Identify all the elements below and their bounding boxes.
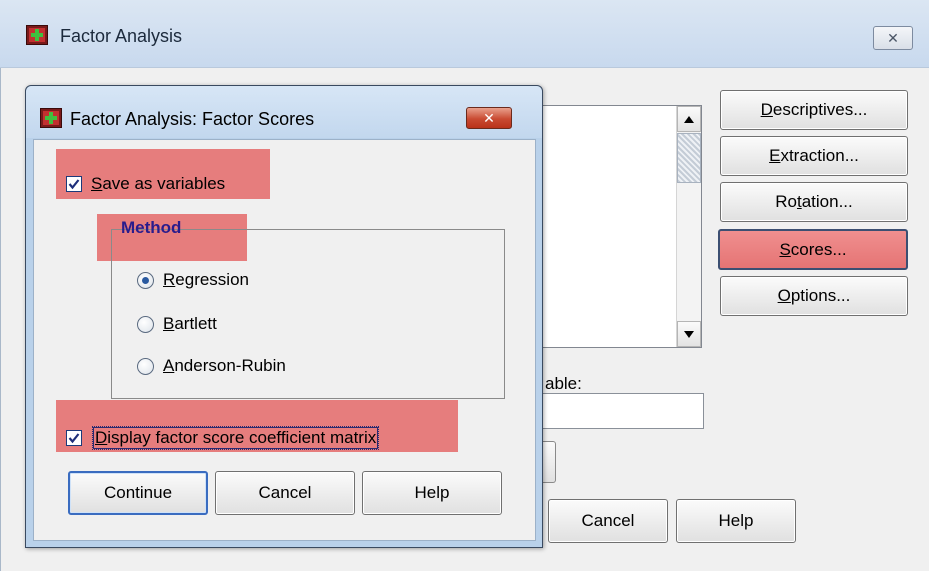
save-as-variables-label[interactable]: Save as variables (91, 174, 225, 194)
bartlett-radio[interactable] (137, 316, 154, 333)
close-icon: ✕ (887, 29, 899, 46)
anderson-rubin-label[interactable]: Anderson-Rubin (163, 356, 286, 376)
scroll-thumb[interactable] (677, 133, 701, 183)
extraction-mnemonic: E (769, 146, 781, 165)
extraction-button[interactable]: Extraction... (720, 136, 908, 176)
selection-variable-label: able: (545, 374, 582, 393)
selection-variable-field[interactable] (540, 393, 704, 429)
parent-close-button[interactable]: ✕ (873, 26, 913, 50)
regression-radio[interactable] (137, 272, 154, 289)
bartlett-label-text: artlett (174, 314, 217, 333)
scroll-down-button[interactable] (677, 321, 701, 347)
bartlett-label[interactable]: Bartlett (163, 314, 217, 334)
bartlett-mnemonic: B (163, 314, 175, 333)
child-dialog-title: Factor Analysis: Factor Scores (70, 109, 315, 129)
factor-analysis-icon (26, 25, 48, 45)
save-as-variables-checkbox[interactable] (66, 176, 82, 192)
anderson-rubin-radio[interactable] (137, 358, 154, 375)
arrow-up-icon (684, 115, 694, 123)
options-label: ptions... (790, 286, 851, 305)
regression-label-text: egression (175, 270, 249, 289)
rotation-label: ation... (801, 192, 853, 211)
regression-mnemonic: R (163, 270, 176, 289)
scores-button[interactable]: Scores... (718, 229, 908, 270)
cancel-button[interactable]: Cancel (215, 471, 355, 515)
close-icon: ✕ (483, 109, 495, 126)
options-mnemonic: O (777, 286, 791, 305)
scores-mnemonic: S (779, 239, 791, 259)
options-button[interactable]: Options... (720, 276, 908, 316)
display-label-text: isplay factor score coefficient matrix (107, 428, 377, 447)
regression-label[interactable]: Regression (163, 270, 249, 290)
descriptives-label: escriptives... (772, 100, 868, 119)
cancel-label: Cancel (258, 483, 312, 502)
parent-cancel-label: Cancel (581, 511, 635, 530)
factor-analysis-icon (40, 108, 62, 128)
extraction-label: xtraction... (780, 146, 859, 165)
rotation-label-prefix: Ro (775, 192, 797, 211)
save-label-text: ave as variables (102, 174, 226, 193)
parent-help-label: Help (718, 511, 754, 530)
method-group-title: Method (121, 218, 182, 237)
continue-button[interactable]: Continue (68, 471, 208, 515)
help-button[interactable]: Help (362, 471, 502, 515)
radio-selected-dot (142, 277, 149, 284)
descriptives-mnemonic: D (760, 100, 773, 119)
save-mnemonic: S (91, 174, 103, 193)
anderson-label-text: nderson-Rubin (174, 356, 286, 375)
anderson-mnemonic: A (163, 356, 175, 375)
checkmark-icon (68, 179, 80, 190)
parent-cancel-button[interactable]: Cancel (548, 499, 668, 543)
scroll-up-button[interactable] (677, 106, 701, 132)
checkmark-icon (68, 433, 80, 444)
rotation-button[interactable]: Ro t ation... (720, 182, 908, 222)
help-label: Help (414, 483, 450, 502)
display-coefficient-matrix-checkbox[interactable] (66, 430, 82, 446)
descriptives-button[interactable]: Descriptives... (720, 90, 908, 130)
scores-label: cores... (790, 239, 847, 259)
parent-window-title: Factor Analysis (60, 26, 183, 46)
continue-label: Continue (103, 483, 173, 502)
parent-help-button[interactable]: Help (676, 499, 796, 543)
arrow-down-icon (684, 330, 694, 338)
display-coefficient-matrix-label[interactable]: Display factor score coefficient matrix (91, 426, 380, 450)
display-mnemonic: D (95, 428, 108, 447)
child-close-button[interactable]: ✕ (466, 107, 512, 129)
